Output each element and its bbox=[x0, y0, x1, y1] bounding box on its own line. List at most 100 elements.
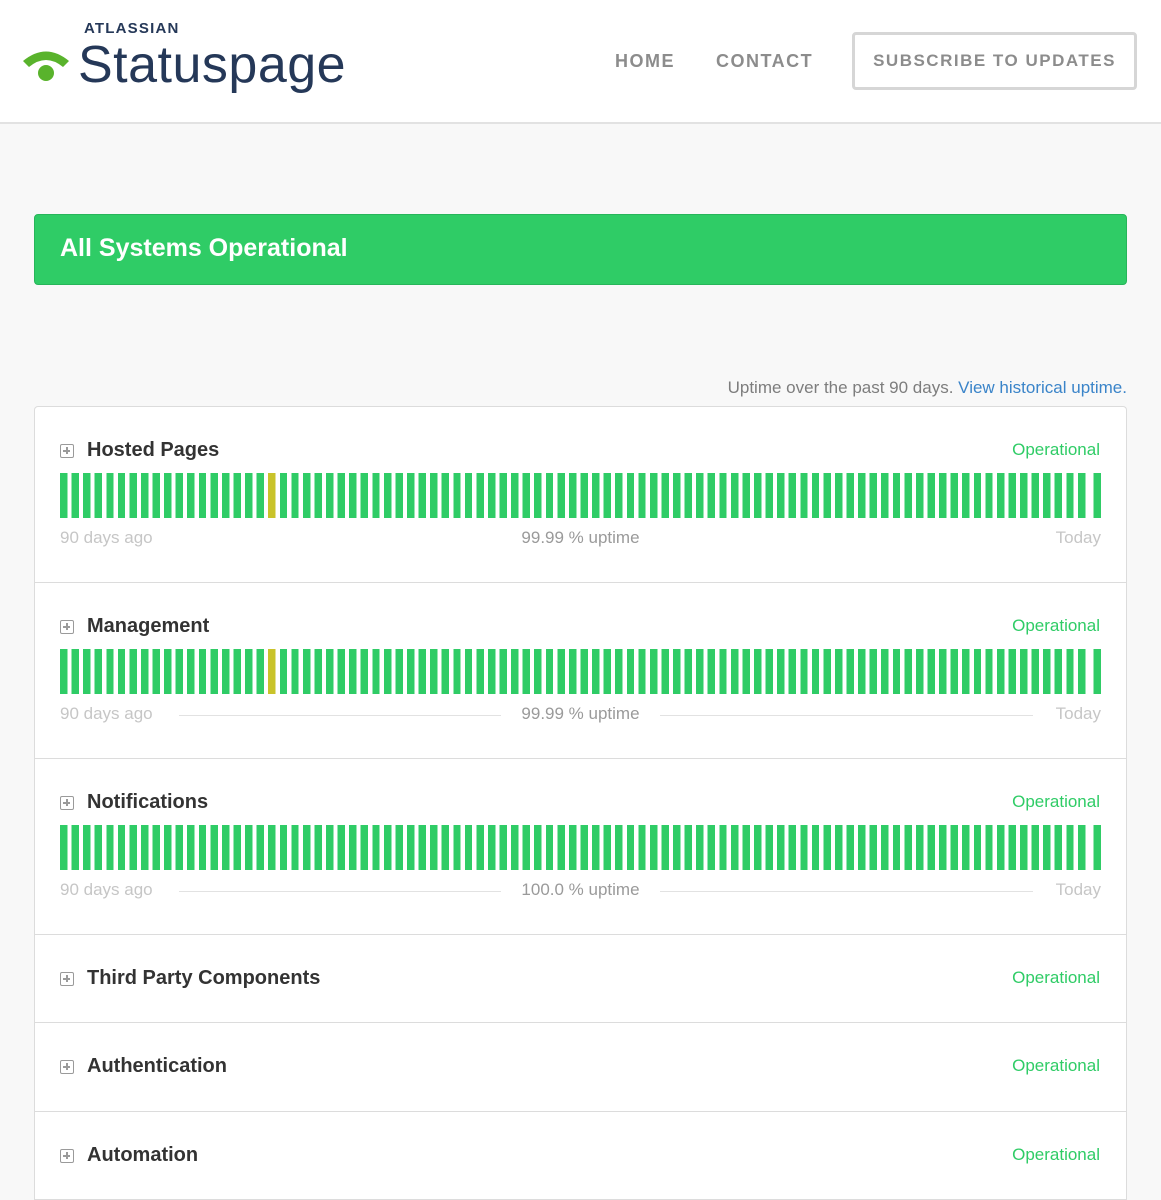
uptime-bar[interactable] bbox=[846, 649, 854, 694]
uptime-bar[interactable] bbox=[83, 825, 91, 870]
uptime-bar[interactable] bbox=[106, 649, 114, 694]
uptime-bar[interactable] bbox=[279, 649, 288, 694]
uptime-bar[interactable] bbox=[106, 473, 114, 518]
uptime-bar[interactable] bbox=[973, 649, 982, 694]
uptime-bar[interactable] bbox=[765, 649, 773, 694]
uptime-bar[interactable] bbox=[1020, 825, 1028, 870]
uptime-bar[interactable] bbox=[707, 649, 716, 694]
uptime-bar[interactable] bbox=[904, 473, 912, 518]
uptime-bar[interactable] bbox=[881, 649, 889, 694]
uptime-bar[interactable] bbox=[973, 473, 982, 518]
uptime-bar[interactable] bbox=[1031, 825, 1039, 870]
uptime-bar[interactable] bbox=[268, 825, 276, 870]
uptime-bar[interactable] bbox=[927, 473, 935, 518]
component-name[interactable]: Authentication bbox=[87, 1055, 227, 1078]
uptime-bar[interactable] bbox=[985, 649, 993, 694]
uptime-bar[interactable] bbox=[395, 825, 403, 870]
uptime-bar[interactable] bbox=[487, 825, 496, 870]
uptime-bar[interactable] bbox=[846, 825, 854, 870]
uptime-bar[interactable] bbox=[383, 825, 392, 870]
uptime-bar[interactable] bbox=[996, 473, 1005, 518]
component-name[interactable]: Notifications bbox=[87, 791, 208, 814]
uptime-bar[interactable] bbox=[661, 825, 669, 870]
uptime-bar[interactable] bbox=[1043, 473, 1051, 518]
uptime-bar[interactable] bbox=[915, 473, 924, 518]
uptime-bar[interactable] bbox=[152, 473, 160, 518]
uptime-bar[interactable] bbox=[1020, 649, 1028, 694]
uptime-bar[interactable] bbox=[221, 825, 230, 870]
uptime-bar[interactable] bbox=[534, 825, 542, 870]
component-name[interactable]: Third Party Components bbox=[87, 967, 320, 990]
uptime-bar[interactable] bbox=[985, 825, 993, 870]
uptime-bar[interactable] bbox=[152, 649, 160, 694]
uptime-bar[interactable] bbox=[811, 473, 820, 518]
uptime-bar[interactable] bbox=[557, 649, 565, 694]
uptime-bar[interactable] bbox=[603, 649, 612, 694]
uptime-bar[interactable] bbox=[684, 649, 692, 694]
uptime-bar[interactable] bbox=[696, 825, 704, 870]
uptime-bar[interactable] bbox=[834, 473, 843, 518]
uptime-bar[interactable] bbox=[777, 649, 785, 694]
uptime-bar[interactable] bbox=[858, 825, 866, 870]
uptime-bar[interactable] bbox=[904, 825, 912, 870]
uptime-bar[interactable] bbox=[326, 473, 334, 518]
uptime-bar[interactable] bbox=[511, 649, 519, 694]
uptime-bar[interactable] bbox=[279, 473, 288, 518]
uptime-bar[interactable] bbox=[245, 825, 253, 870]
uptime-bar[interactable] bbox=[198, 825, 207, 870]
uptime-bar[interactable] bbox=[233, 825, 241, 870]
uptime-bar[interactable] bbox=[522, 825, 531, 870]
uptime-bar[interactable] bbox=[730, 473, 739, 518]
uptime-bar[interactable] bbox=[418, 649, 426, 694]
uptime-bar[interactable] bbox=[430, 473, 438, 518]
uptime-bar[interactable] bbox=[649, 649, 658, 694]
uptime-bar[interactable] bbox=[592, 825, 600, 870]
uptime-bar[interactable] bbox=[939, 649, 947, 694]
uptime-bar[interactable] bbox=[198, 649, 207, 694]
uptime-bar[interactable] bbox=[1077, 473, 1086, 518]
uptime-bar[interactable] bbox=[1093, 825, 1101, 870]
uptime-bar[interactable] bbox=[742, 825, 750, 870]
uptime-bar[interactable] bbox=[233, 473, 241, 518]
uptime-bar[interactable] bbox=[939, 473, 947, 518]
uptime-bar[interactable] bbox=[337, 473, 345, 518]
uptime-bar[interactable] bbox=[1054, 649, 1063, 694]
uptime-bar[interactable] bbox=[788, 825, 797, 870]
uptime-bar[interactable] bbox=[71, 473, 79, 518]
uptime-bar[interactable] bbox=[649, 825, 658, 870]
uptime-bar[interactable] bbox=[487, 473, 496, 518]
subscribe-button[interactable]: SUBSCRIBE TO UPDATES bbox=[852, 32, 1137, 90]
uptime-bar[interactable] bbox=[742, 649, 750, 694]
uptime-bar[interactable] bbox=[927, 649, 935, 694]
uptime-bar[interactable] bbox=[464, 473, 473, 518]
uptime-bar[interactable] bbox=[1077, 825, 1086, 870]
uptime-bar[interactable] bbox=[476, 649, 484, 694]
uptime-bar[interactable] bbox=[94, 649, 103, 694]
uptime-bar[interactable] bbox=[314, 473, 322, 518]
uptime-bar[interactable] bbox=[800, 825, 808, 870]
uptime-bar[interactable] bbox=[129, 825, 137, 870]
uptime-bar[interactable] bbox=[823, 649, 831, 694]
uptime-bar[interactable] bbox=[985, 473, 993, 518]
uptime-bar[interactable] bbox=[140, 473, 149, 518]
uptime-bar[interactable] bbox=[152, 825, 160, 870]
uptime-bar[interactable] bbox=[580, 649, 588, 694]
uptime-bar[interactable] bbox=[730, 649, 739, 694]
uptime-bar[interactable] bbox=[337, 649, 345, 694]
uptime-bar[interactable] bbox=[754, 649, 762, 694]
uptime-bar[interactable] bbox=[939, 825, 947, 870]
uptime-bar[interactable] bbox=[187, 825, 195, 870]
uptime-bars[interactable] bbox=[60, 649, 1101, 694]
uptime-bar[interactable] bbox=[858, 649, 866, 694]
uptime-bar[interactable] bbox=[927, 825, 935, 870]
uptime-bar[interactable] bbox=[245, 473, 253, 518]
uptime-bar[interactable] bbox=[534, 473, 542, 518]
uptime-bar[interactable] bbox=[638, 649, 646, 694]
expand-icon[interactable] bbox=[60, 620, 74, 634]
uptime-bar[interactable] bbox=[221, 473, 230, 518]
brand-product[interactable]: Statuspage bbox=[78, 34, 346, 96]
uptime-bar[interactable] bbox=[973, 825, 982, 870]
expand-icon[interactable] bbox=[60, 1149, 74, 1163]
uptime-bar[interactable] bbox=[592, 473, 600, 518]
uptime-bar[interactable] bbox=[869, 649, 878, 694]
